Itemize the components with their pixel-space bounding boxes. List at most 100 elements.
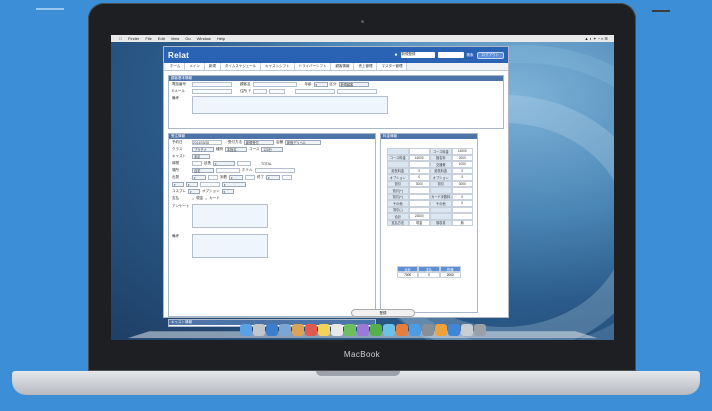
tab-schedule[interactable]: タイムスケジュール bbox=[220, 63, 262, 70]
header-select[interactable]: 新規登録 bbox=[400, 52, 435, 58]
tab-cast-shift[interactable]: キャストシフト bbox=[261, 63, 295, 70]
order-panel: 受注情報 予約日 2014/03/28 受付方法 新規受付 店舗 新宿デリヘル … bbox=[168, 133, 376, 317]
end-minute[interactable] bbox=[282, 175, 292, 180]
logout-button[interactable]: ログアウト bbox=[476, 51, 504, 59]
menu-item-go[interactable]: Go bbox=[185, 36, 190, 41]
rank-select[interactable]: 新規顧客 bbox=[338, 82, 369, 87]
cast-select[interactable]: 未定 bbox=[192, 154, 210, 159]
order-row-extra: ▾ ▾ ▾ bbox=[169, 181, 375, 188]
course-select[interactable]: 120分 bbox=[261, 147, 284, 152]
tab-home[interactable]: ホーム bbox=[166, 63, 186, 70]
fee-panel-title: 料金情報 bbox=[381, 134, 477, 139]
email-label: Eメール bbox=[172, 89, 185, 93]
cosplay-select[interactable]: ▾ bbox=[188, 189, 200, 194]
itunes-icon[interactable] bbox=[395, 324, 408, 336]
arrive-minute[interactable] bbox=[245, 175, 255, 180]
store-select[interactable]: 新宿デリヘル bbox=[285, 140, 321, 145]
start-hour[interactable]: ▾ bbox=[192, 175, 206, 180]
contacts-icon[interactable] bbox=[291, 324, 304, 336]
notes-icon[interactable] bbox=[317, 324, 330, 336]
zip-field[interactable] bbox=[253, 89, 268, 94]
apple-icon[interactable]:  bbox=[119, 36, 122, 41]
app-logo[interactable]: Relat bbox=[168, 51, 189, 60]
place-select[interactable]: 自宅 bbox=[192, 168, 214, 173]
tab-main[interactable]: メイン bbox=[185, 63, 205, 70]
extra-select-2[interactable]: ▾ bbox=[186, 182, 198, 187]
memo-field[interactable] bbox=[192, 96, 388, 114]
maps-icon[interactable] bbox=[343, 324, 356, 336]
tab-customers[interactable]: 顧客情報 bbox=[331, 63, 355, 70]
start-label: 出発 bbox=[172, 175, 179, 179]
name-field[interactable] bbox=[252, 82, 297, 87]
email-field[interactable] bbox=[192, 89, 232, 94]
customer-panel: 顧客基本情報 電話番号 顧客名 年齢 ▾ 区分 新規顧客 Eメール 住所 〒 備… bbox=[168, 75, 504, 129]
option-select[interactable]: ▾ bbox=[221, 189, 234, 194]
payment-label: 支払 bbox=[172, 196, 179, 200]
arrive-label: 到着 bbox=[220, 175, 227, 179]
address-field-2[interactable] bbox=[337, 89, 378, 94]
phone-label: 電話番号 bbox=[172, 82, 186, 86]
extension-field[interactable] bbox=[237, 161, 251, 166]
payment-cash-radio[interactable]: ○ bbox=[192, 197, 194, 201]
indicator-light bbox=[652, 10, 670, 12]
menu-item-help[interactable]: Help bbox=[217, 36, 225, 41]
menu-item-finder[interactable]: Finder bbox=[128, 36, 139, 41]
order-row-times: 出発 ▾ 到着 ▾ 終了 ▾ bbox=[169, 174, 375, 181]
class-label: クラス bbox=[172, 147, 183, 151]
place-field[interactable] bbox=[216, 168, 240, 173]
arrive-hour[interactable]: ▾ bbox=[229, 175, 243, 180]
extra-select-1[interactable]: ▾ bbox=[172, 182, 184, 187]
laptop-notch bbox=[316, 371, 400, 376]
save-button[interactable]: 登録 bbox=[351, 309, 415, 317]
safari-icon[interactable] bbox=[265, 324, 278, 336]
folder-icon[interactable] bbox=[460, 324, 473, 336]
app-icon[interactable] bbox=[447, 324, 460, 336]
payment-card-radio[interactable]: ○ bbox=[205, 197, 207, 201]
menu-item-edit[interactable]: Edit bbox=[158, 36, 165, 41]
facetime-icon[interactable] bbox=[382, 324, 395, 336]
reminders-icon[interactable] bbox=[330, 324, 343, 336]
messages-icon[interactable] bbox=[369, 324, 382, 336]
extension-select[interactable]: ▾ bbox=[213, 161, 235, 166]
time-field[interactable] bbox=[192, 161, 202, 166]
zip-field-2[interactable] bbox=[269, 89, 286, 94]
preferences-icon[interactable] bbox=[421, 324, 434, 336]
extra-select-3[interactable]: ▾ bbox=[222, 182, 246, 187]
fee-panel: 料金情報 コース料金 14000 コース料金 16000 指名料 2000 交通費 1000 延… bbox=[380, 133, 478, 313]
menu-item-window[interactable]: Window bbox=[197, 36, 211, 41]
fee-summary: 合計 支払 釣銭 7000 0 2000 bbox=[397, 266, 461, 278]
age-select[interactable]: ▾ bbox=[313, 82, 328, 87]
photos-icon[interactable] bbox=[356, 324, 369, 336]
course-type-select[interactable]: 本指名 bbox=[225, 147, 247, 152]
start-minute[interactable] bbox=[208, 175, 218, 180]
app-store-icon[interactable] bbox=[408, 324, 421, 336]
menu-item-file[interactable]: File bbox=[145, 36, 151, 41]
note-field[interactable] bbox=[192, 234, 268, 258]
menu-item-view[interactable]: View bbox=[171, 36, 180, 41]
summary-value: 0 bbox=[418, 272, 440, 278]
finder-icon[interactable] bbox=[239, 324, 252, 336]
launchpad-icon[interactable] bbox=[252, 324, 265, 336]
search-label[interactable]: 検索 bbox=[467, 53, 474, 58]
class-select[interactable]: プラチナ bbox=[192, 147, 214, 152]
address-field[interactable] bbox=[295, 89, 336, 94]
hotel-field[interactable] bbox=[254, 168, 295, 173]
date-field[interactable]: 2014/03/28 bbox=[192, 140, 222, 145]
app-icon[interactable] bbox=[434, 324, 447, 336]
extension-label: 延長 bbox=[204, 161, 211, 165]
mail-icon[interactable] bbox=[278, 324, 291, 336]
phone-field[interactable] bbox=[192, 82, 232, 87]
tab-sales[interactable]: 売上管理 bbox=[354, 63, 378, 70]
type-select[interactable]: 新規受付 bbox=[244, 140, 274, 145]
tab-master[interactable]: マスター管理 bbox=[377, 63, 408, 70]
tab-driver-shift[interactable]: ドライバーシフト bbox=[294, 63, 332, 70]
fee-value[interactable]: 現金 bbox=[408, 219, 430, 226]
tab-new[interactable]: 新規 bbox=[204, 63, 221, 70]
trash-icon[interactable] bbox=[473, 324, 486, 336]
extra-field[interactable] bbox=[200, 182, 220, 187]
end-hour[interactable]: ▾ bbox=[266, 175, 280, 180]
survey-field[interactable] bbox=[192, 204, 268, 228]
fee-value[interactable]: 無 bbox=[451, 219, 473, 226]
calendar-icon[interactable] bbox=[304, 324, 317, 336]
search-input[interactable] bbox=[437, 52, 464, 58]
